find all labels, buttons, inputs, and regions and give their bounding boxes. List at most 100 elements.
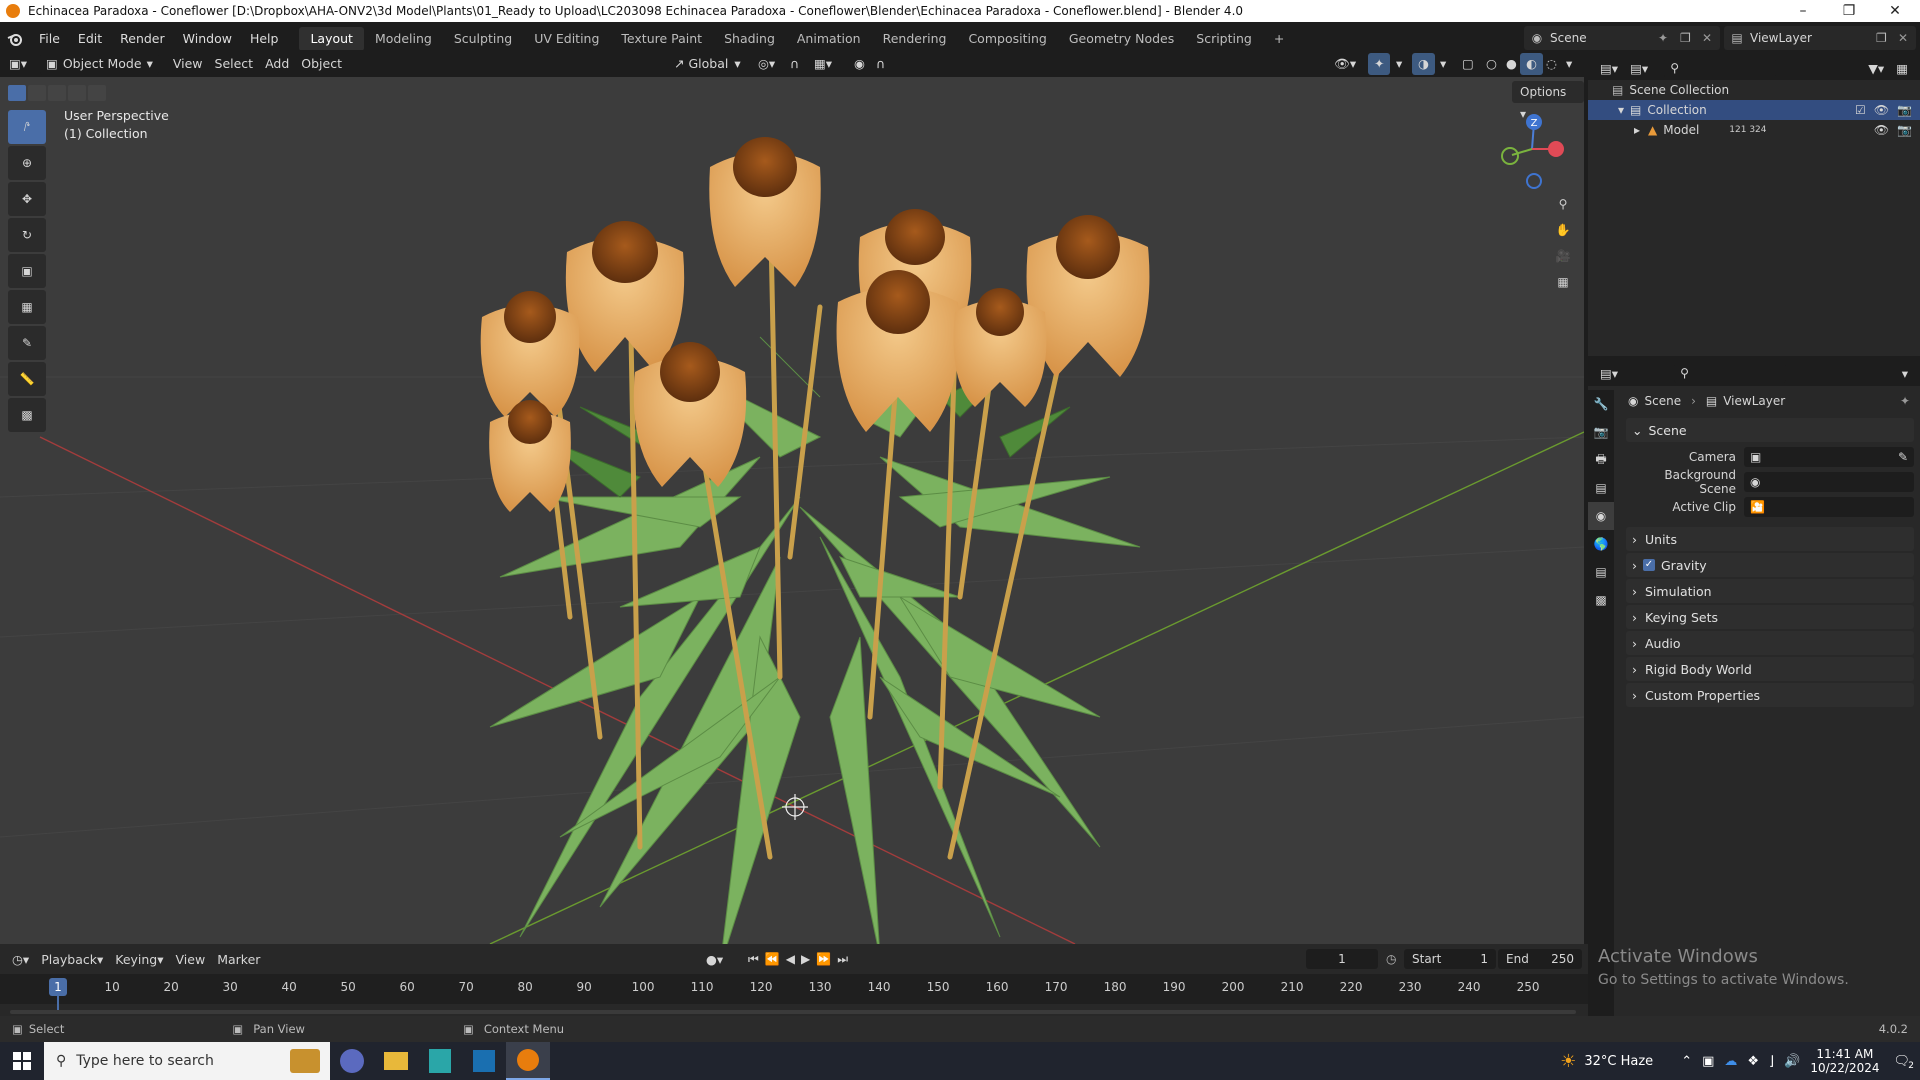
gizmo-toggle-icon[interactable]: ✦ [1368,52,1391,75]
end-frame-field[interactable]: End 250 [1498,949,1582,969]
tab-rendering[interactable]: Rendering [872,27,958,51]
frame-ruler[interactable]: 1 10 20 30 40 50 60 70 80 90 100 110 120 130 140 150 160… [0,974,1588,1010]
camera-view-icon[interactable]: 🎥 [1548,243,1578,269]
mode-dropdown[interactable]: ▣ Object Mode ▾ [40,52,159,75]
zoom-icon[interactable]: ⚲ [1548,191,1578,217]
snap-target-button[interactable]: ▦▾ [808,53,838,75]
dropbox-icon[interactable]: ❖ [1747,1054,1759,1069]
play-reverse-icon[interactable]: ◀ [786,952,795,967]
properties-search-input[interactable]: ⚲ [1674,363,1787,383]
cursor-tool[interactable]: ⊕ [8,146,46,180]
next-keyframe-icon[interactable]: ⏩ [816,952,831,967]
tab-modeling[interactable]: Modeling [364,27,443,51]
timeline-scrollbar[interactable] [10,1010,1576,1014]
gizmo-dropdown[interactable]: ▾ [1390,53,1408,75]
gravity-checkbox[interactable]: ✓ [1643,559,1655,571]
scale-tool[interactable]: ▣ [8,254,46,288]
timeline-view-menu[interactable]: View [170,948,212,970]
expand-arrow-icon[interactable]: ▸ [1634,123,1640,137]
prev-keyframe-icon[interactable]: ⏪ [765,952,780,967]
visibility-eye-icon[interactable]: 👁 [1874,103,1889,117]
steam-app-icon[interactable] [462,1042,506,1080]
jump-end-icon[interactable]: ⏭ [837,952,848,967]
tool-tab-icon[interactable]: 🔧 [1588,390,1614,418]
maximize-button[interactable]: ❐ [1826,0,1872,22]
delete-viewlayer-icon[interactable]: ✕ [1898,31,1916,45]
notification-icon[interactable]: 🗨 2 [1893,1054,1914,1071]
playhead[interactable]: 1 [49,978,67,996]
browser-app-icon[interactable] [330,1042,374,1080]
clock[interactable]: 11:41 AM 10/22/2024 [1810,1047,1879,1075]
render-tab-icon[interactable]: 📷 [1588,418,1614,446]
menu-select[interactable]: Select [209,53,260,75]
pin-icon[interactable]: ✦ [1658,31,1680,45]
proportional-edit-icon[interactable]: ◉ [848,53,871,75]
texture-tab-icon[interactable]: ▩ [1588,586,1614,614]
panel-rigid-body-world[interactable]: › Rigid Body World [1626,657,1914,681]
pan-hand-icon[interactable]: ✋ [1548,217,1578,243]
close-button[interactable]: ✕ [1872,0,1918,22]
auto-keying-button[interactable]: ●▾ [700,948,729,970]
tab-sculpting[interactable]: Sculpting [443,27,523,51]
visibility-dropdown[interactable]: 👁▾ [1328,53,1362,75]
snap-icon[interactable]: ∩ [784,53,805,75]
overlay-dropdown[interactable]: ▾ [1434,53,1452,75]
new-viewlayer-icon[interactable]: ❐ [1876,31,1898,45]
minimize-button[interactable]: – [1780,0,1826,22]
3d-app-icon[interactable] [418,1042,462,1080]
measure-tool[interactable]: 📏 [8,362,46,396]
active-clip-field[interactable]: 🎦 [1744,496,1914,517]
render-camera-icon[interactable]: 📷 [1897,103,1912,117]
tab-compositing[interactable]: Compositing [957,27,1057,51]
exclude-checkbox[interactable]: ☑ [1855,103,1866,117]
blender-menu-icon[interactable] [0,32,30,46]
display-mode-icon[interactable]: ▤▾ [1624,57,1654,79]
outliner-scene-collection[interactable]: ▤ Scene Collection [1588,80,1920,100]
onedrive-icon[interactable]: ☁ [1724,1054,1737,1069]
chevron-down-icon[interactable]: ▾ [1896,362,1914,384]
move-tool[interactable]: ✥ [8,182,46,216]
select-extend-icon[interactable] [28,85,46,101]
playback-menu[interactable]: Playback ▾ [35,948,109,970]
view-layer-tab-icon[interactable]: ▤ [1588,474,1614,502]
panel-audio[interactable]: › Audio [1626,631,1914,655]
viewlayer-selector[interactable]: ▤ ViewLayer ❐ ✕ [1724,26,1916,50]
visibility-eye-icon[interactable]: 👁 [1874,123,1889,137]
menu-render[interactable]: Render [111,27,174,51]
add-workspace-button[interactable]: + [1263,27,1295,51]
falloff-icon[interactable]: ∩ [870,53,891,75]
pivot-point-button[interactable]: ◎▾ [752,53,781,75]
outliner-model-row[interactable]: ▸ ▲ Model 121 324 👁 📷 [1588,120,1920,140]
menu-add[interactable]: Add [259,53,295,75]
jump-start-icon[interactable]: ⏮ [748,952,759,967]
shading-dropdown[interactable]: ▾ [1560,53,1578,75]
xray-icon[interactable]: ▢ [1456,53,1480,75]
menu-help[interactable]: Help [241,27,288,51]
new-collection-icon[interactable]: ▦ [1890,57,1914,79]
camera-field[interactable]: ▣ ✎ [1744,446,1914,467]
play-icon[interactable]: ▶ [801,952,810,967]
weather-text[interactable]: 32°C Haze [1584,1054,1653,1069]
tab-scripting[interactable]: Scripting [1185,27,1263,51]
transform-orientation-dropdown[interactable]: ↗ Global ▾ [668,53,747,75]
outliner-editor-icon[interactable]: ▤▾ [1594,57,1624,79]
menu-window[interactable]: Window [174,27,241,51]
panel-keying-sets[interactable]: › Keying Sets [1626,605,1914,629]
delete-scene-icon[interactable]: ✕ [1702,31,1720,45]
keying-menu[interactable]: Keying ▾ [109,948,169,970]
select-subtract-icon[interactable] [48,85,66,101]
tab-animation[interactable]: Animation [786,27,872,51]
filter-icon[interactable]: ▼▾ [1862,57,1890,79]
navigation-gizmo[interactable]: Z [1496,113,1568,189]
3d-viewport[interactable]: User Perspective (1) Collection Options … [0,77,1584,944]
panel-gravity[interactable]: › ✓ Gravity [1626,553,1914,577]
options-button[interactable]: Options ▾ [1512,81,1584,121]
eyedropper-icon[interactable]: ✎ [1898,450,1908,464]
annotate-tool[interactable]: ✎ [8,326,46,360]
outliner-collection-row[interactable]: ▾ ▤ Collection ☑ 👁 📷 [1588,100,1920,120]
editor-type-button[interactable]: ▣▾ [0,53,36,75]
menu-view[interactable]: View [167,53,209,75]
new-scene-icon[interactable]: ❐ [1680,31,1702,45]
add-cube-tool[interactable]: ▩ [8,398,46,432]
app-tray-icon[interactable]: ▣ [1702,1054,1714,1069]
